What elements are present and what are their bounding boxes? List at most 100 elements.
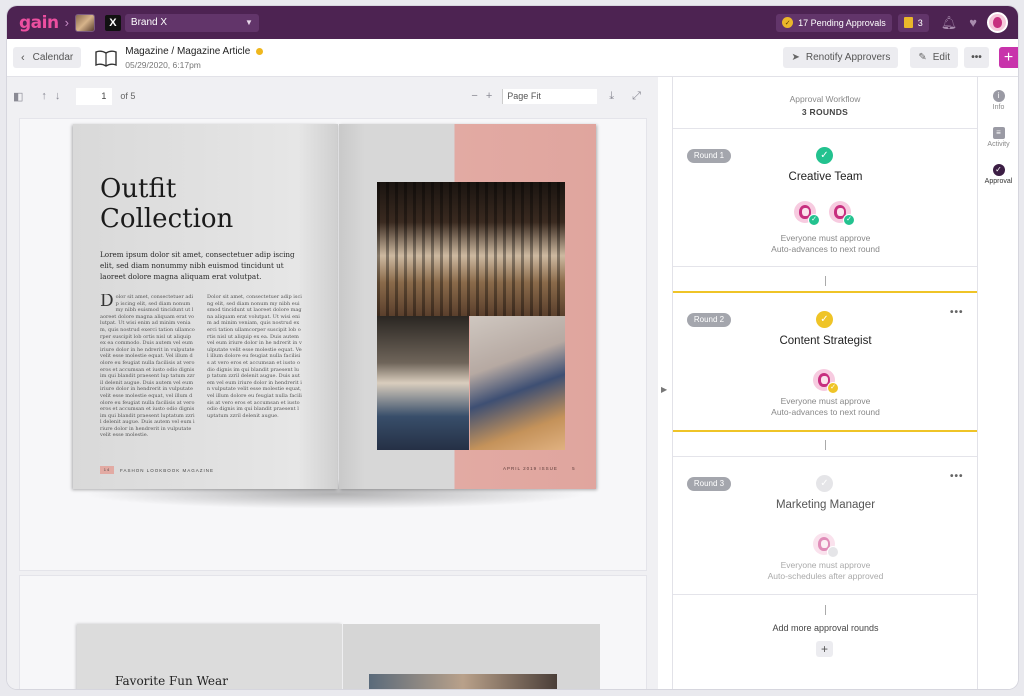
back-to-calendar-button[interactable]: ‹ Calendar bbox=[13, 47, 82, 68]
create-new-button[interactable]: + bbox=[999, 47, 1018, 68]
round-connector bbox=[825, 276, 826, 286]
rail-item-label: Info bbox=[992, 104, 1005, 111]
page-number-input[interactable]: 1 bbox=[76, 87, 113, 105]
pending-check-icon: ✓ bbox=[816, 475, 833, 492]
check-circle-icon: ✓ bbox=[992, 164, 1005, 176]
app-window: gain › X Brand X ▼ ✓ 17 Pending Approval… bbox=[7, 6, 1018, 689]
issue-label: APRIL 2019 ISSUE bbox=[503, 466, 558, 471]
collapse-panel-icon[interactable]: ▶ bbox=[661, 385, 667, 394]
document-title-block: Magazine / Magazine Article 05/29/2020, … bbox=[125, 45, 264, 70]
add-approval-rounds-label: Add more approval rounds bbox=[772, 623, 879, 633]
gain-logo[interactable]: gain bbox=[19, 13, 59, 33]
brand-thumbnail[interactable] bbox=[74, 13, 95, 32]
chevron-left-icon: ‹ bbox=[21, 51, 25, 64]
round-connector bbox=[825, 440, 826, 450]
user-avatar[interactable] bbox=[987, 12, 1008, 33]
renotify-approvers-button[interactable]: ➤ Renotify Approvers bbox=[783, 47, 899, 68]
round-rule-line2: Auto-schedules after approved bbox=[767, 571, 884, 581]
rail-item-approval[interactable]: ✓ Approval bbox=[978, 164, 1018, 185]
round-connector bbox=[825, 605, 826, 615]
back-label: Calendar bbox=[32, 52, 74, 63]
pencil-icon: ✎ bbox=[918, 52, 927, 63]
brand-selector-label: Brand X bbox=[130, 17, 168, 28]
brand-x-logo: X bbox=[104, 14, 121, 31]
workflow-heading: Approval Workflow bbox=[789, 94, 861, 104]
brand-selector[interactable]: Brand X ▼ bbox=[124, 13, 259, 32]
approved-check-icon: ✓ bbox=[816, 147, 833, 164]
approver-avatar[interactable]: ✓ bbox=[813, 369, 839, 394]
caret-down-icon: ▼ bbox=[245, 18, 253, 27]
magazine-column-1: Dolor sit amet, consectetuer adip iscing… bbox=[100, 294, 195, 444]
drop-cap: D bbox=[100, 294, 114, 311]
open-book-icon bbox=[95, 50, 117, 67]
round-divider bbox=[673, 456, 978, 457]
status-dot bbox=[256, 47, 264, 55]
workflow-header: Approval Workflow 3 ROUNDS bbox=[673, 77, 977, 129]
round-rule: Everyone must approve Auto-advances to n… bbox=[673, 233, 978, 255]
magazine-column-2: Dolor sit amet, consectetuer adip iscing… bbox=[207, 294, 302, 419]
edit-button[interactable]: ✎ Edit bbox=[910, 47, 958, 68]
edit-label: Edit bbox=[932, 52, 950, 63]
round-name: Marketing Manager bbox=[775, 499, 876, 511]
magazine-footer-right: APRIL 2019 ISSUE 5 bbox=[503, 466, 576, 471]
magazine-footer-left: 14 FASHON LOOKBOOK MAGAZINE bbox=[100, 466, 214, 474]
heart-icon[interactable]: ♥ bbox=[969, 15, 977, 30]
magazine-intro: Lorem ipsum dolor sit amet, consectetuer… bbox=[100, 250, 295, 281]
approver-avatar[interactable]: ✓ bbox=[794, 201, 820, 226]
active-round-bottom-border bbox=[673, 430, 978, 432]
round-rule-line1: Everyone must approve bbox=[780, 560, 871, 570]
download-icon[interactable]: ⤓ bbox=[609, 90, 614, 103]
in-progress-check-icon: ✓ bbox=[816, 311, 833, 328]
pending-approvals-button[interactable]: ✓ 17 Pending Approvals bbox=[776, 13, 892, 32]
approver-avatar[interactable]: ✓ bbox=[829, 201, 855, 226]
round-options-button[interactable]: ••• bbox=[950, 471, 964, 482]
magazine-name: FASHON LOOKBOOK MAGAZINE bbox=[120, 467, 215, 473]
fabric-photo bbox=[470, 316, 565, 450]
document-title: Magazine / Magazine Article bbox=[125, 45, 251, 57]
round-options-button[interactable]: ••• bbox=[950, 307, 964, 318]
renotify-label: Renotify Approvers bbox=[805, 52, 891, 63]
pending-approvals-label: 17 Pending Approvals bbox=[798, 17, 886, 28]
round-badge: Round 2 bbox=[687, 313, 731, 327]
clothing-rack-photo bbox=[377, 182, 565, 316]
more-options-button[interactable]: ••• bbox=[964, 47, 989, 68]
round-rule-line1: Everyone must approve bbox=[780, 233, 871, 243]
magazine-page-3-title: Favorite Fun Wear bbox=[115, 674, 228, 688]
rail-item-info[interactable]: i Info bbox=[978, 90, 1018, 111]
round-divider bbox=[673, 266, 978, 267]
round-divider bbox=[673, 594, 978, 595]
approver-avatar[interactable] bbox=[813, 533, 839, 558]
workflow-rounds-count: 3 ROUNDS bbox=[801, 107, 849, 117]
magazine-page-3-photo bbox=[369, 674, 557, 689]
round-rule-line1: Everyone must approve bbox=[780, 396, 871, 406]
zoom-select[interactable]: Page Fit bbox=[502, 88, 598, 104]
arrow-up-icon[interactable]: ↑ bbox=[41, 90, 47, 102]
right-page-number: 5 bbox=[572, 466, 576, 471]
tasks-count: 3 bbox=[917, 17, 923, 28]
bell-icon[interactable]: 🔔︎ bbox=[941, 15, 958, 31]
rail-item-label: Activity bbox=[987, 141, 1010, 148]
send-icon: ➤ bbox=[791, 52, 800, 63]
approval-workflow-panel: Approval Workflow 3 ROUNDS Round 1 ✓ Cre… bbox=[672, 77, 978, 689]
magazine-spread: Outfit Collection Lorem ipsum dolor sit … bbox=[73, 124, 598, 509]
chevron-right-icon: › bbox=[64, 15, 69, 30]
add-round-button[interactable]: + bbox=[816, 641, 833, 657]
tasks-button[interactable]: 3 bbox=[897, 13, 929, 32]
round-rule-line2: Auto-advances to next round bbox=[771, 407, 880, 417]
right-rail: i Info ≡ Activity ✓ Approval bbox=[977, 77, 1018, 689]
sidebar-toggle-icon[interactable]: ◧ bbox=[13, 90, 23, 103]
fullscreen-icon[interactable]: ⤢ bbox=[632, 90, 641, 103]
rail-item-label: Approval bbox=[984, 178, 1013, 185]
magazine-title-line2: Collection bbox=[100, 204, 234, 234]
arrow-down-icon[interactable]: ↓ bbox=[55, 90, 61, 102]
document-header: ‹ Calendar Magazine / Magazine Article 0… bbox=[7, 39, 1018, 77]
rail-item-activity[interactable]: ≡ Activity bbox=[978, 127, 1018, 148]
zoom-out-icon[interactable]: − bbox=[471, 90, 477, 102]
round-rule: Everyone must approve Auto-schedules aft… bbox=[673, 560, 978, 582]
round-name: Content Strategist bbox=[779, 335, 872, 347]
column-1-text: olor sit amet, consectetuer adip iscing … bbox=[100, 294, 195, 439]
viewer-toolbar: ◧ ↑ ↓ 1 of 5 − + Page Fit ⤓ ⤢ bbox=[7, 77, 658, 115]
zoom-in-icon[interactable]: + bbox=[486, 90, 492, 102]
document-date: 05/29/2020, 6:17pm bbox=[125, 59, 201, 70]
round-badge: Round 1 bbox=[687, 149, 731, 163]
